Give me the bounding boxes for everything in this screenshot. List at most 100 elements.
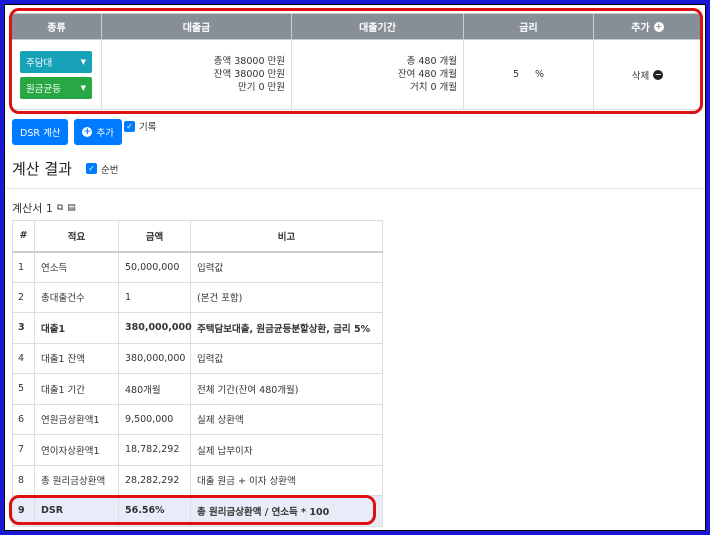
cell-amount: 480개월 (118, 373, 191, 405)
col-header-num: # (12, 220, 35, 253)
cell-item: 연이자상환액1 (34, 434, 119, 466)
order-checkbox[interactable]: ✓ 순번 (85, 162, 119, 176)
loan-form: 종류 대출금 대출기간 금리 추가 + 주담대 ▼ 원금균등 ▼ 총액 3800… (11, 13, 702, 110)
table-row: 8 총 원리금상환액 28,282,292 대출 원금 + 이자 상환액 (12, 464, 383, 496)
cell-num: 3 (12, 312, 35, 344)
header-rate: 금리 (463, 13, 594, 40)
cell-item: 연소득 (34, 251, 119, 283)
delete-button[interactable]: 삭제 − (631, 68, 664, 82)
cell-num: 4 (12, 342, 35, 374)
divider (5, 188, 705, 189)
caret-down-icon: ▼ (80, 83, 86, 92)
checkbox-checked-icon: ✓ (123, 120, 135, 132)
cell-amount: 380,000,000 (118, 342, 191, 374)
table-row: 4 대출1 잔액 380,000,000 입력값 (12, 342, 383, 374)
table-row-dsr: 9 DSR 56.56% 총 원리금상환액 / 연소득 * 100 (12, 495, 383, 527)
document-icon[interactable]: ▤ (67, 203, 76, 213)
repay-type-value: 원금균등 (26, 83, 61, 95)
table-row: 5 대출1 기간 480개월 전체 기간(잔여 480개월) (12, 373, 383, 405)
cell-amount: 380,000,000 (118, 312, 192, 344)
cell-note: 총 원리금상환액 / 연소득 * 100 (190, 495, 383, 527)
term-total-field[interactable]: 총 480 개월 (292, 55, 457, 68)
delete-cell: 삭제 − (593, 39, 702, 110)
header-type: 종류 (11, 13, 102, 40)
record-label: 기록 (138, 122, 157, 133)
cell-note: (본건 포함) (190, 281, 383, 313)
plus-circle-icon: + (82, 127, 93, 137)
add-row-label: 추가 (631, 23, 650, 34)
rate-input[interactable]: 5 (513, 69, 519, 80)
minus-circle-icon: − (653, 69, 664, 80)
cell-note: 입력값 (190, 251, 383, 283)
result-table: # 적요 금액 비고 1 연소득 50,000,000 입력값 2 총대출건수 … (12, 220, 383, 527)
cell-note: 전체 기간(잔여 480개월) (190, 373, 383, 405)
app-frame: 종류 대출금 대출기간 금리 추가 + 주담대 ▼ 원금균등 ▼ 총액 3800… (4, 4, 706, 531)
order-label: 순번 (100, 164, 119, 176)
cell-item: 연원금상환액1 (34, 403, 119, 435)
calc-sheet-title: 계산서 1 ⧉ ▤ (12, 200, 76, 216)
copy-icon[interactable]: ⧉ (57, 203, 63, 213)
action-row: DSR 계산 + 추가 ✓ 기록 (12, 119, 156, 145)
plus-circle-icon[interactable]: + (653, 21, 664, 32)
cell-amount: 18,782,292 (118, 434, 191, 466)
amount-total-field[interactable]: 총액 38000 만원 (102, 55, 285, 68)
dsr-calc-button[interactable]: DSR 계산 (12, 119, 69, 145)
section-header: 계산 결과 ✓ 순번 (12, 158, 118, 179)
cell-num: 7 (12, 434, 35, 466)
table-row: 2 총대출건수 1 (본건 포함) (12, 281, 383, 313)
col-header-amount: 금액 (118, 220, 191, 253)
cell-item: 대출1 잔액 (34, 342, 119, 374)
cell-amount: 28,282,292 (118, 464, 191, 496)
cell-item: 총대출건수 (34, 281, 119, 313)
add-label: 추가 (96, 128, 114, 139)
term-cell: 총 480 개월 잔여 480 개월 거치 0 개월 (291, 39, 464, 110)
type-cell: 주담대 ▼ 원금균등 ▼ (11, 39, 102, 110)
term-grace-field[interactable]: 거치 0 개월 (292, 81, 457, 94)
delete-label: 삭제 (631, 70, 650, 82)
checkbox-checked-icon: ✓ (85, 163, 97, 174)
cell-num: 2 (12, 281, 35, 313)
cell-item: DSR (34, 495, 119, 527)
cell-amount: 56.56% (118, 495, 191, 527)
header-amount: 대출금 (101, 13, 292, 40)
repay-type-select[interactable]: 원금균등 ▼ (20, 76, 92, 99)
table-row: 3 대출1 380,000,000 주택담보대출, 원금균등분할상환, 금리 5… (12, 312, 383, 344)
cell-num: 5 (12, 373, 35, 405)
cell-note: 실제 납부이자 (190, 434, 383, 466)
section-title: 계산 결과 (12, 160, 72, 178)
amount-maturity-field[interactable]: 만기 0 만원 (102, 81, 285, 94)
header-term: 대출기간 (291, 13, 464, 40)
cell-num: 8 (12, 464, 35, 496)
cell-note: 입력값 (190, 342, 383, 374)
col-header-item: 적요 (34, 220, 119, 253)
cell-num: 9 (12, 495, 35, 527)
cell-num: 1 (12, 251, 35, 283)
cell-item: 총 원리금상환액 (34, 464, 119, 496)
cell-note: 대출 원금 + 이자 상환액 (190, 464, 383, 496)
cell-item: 대출1 기간 (34, 373, 119, 405)
cell-amount: 9,500,000 (118, 403, 191, 435)
caret-down-icon: ▼ (80, 57, 86, 66)
rate-unit: % (535, 69, 545, 80)
cell-note: 주택담보대출, 원금균등분할상환, 금리 5% (190, 312, 383, 344)
cell-amount: 1 (118, 281, 191, 313)
term-remaining-field[interactable]: 잔여 480 개월 (292, 68, 457, 81)
amount-cell: 총액 38000 만원 잔액 38000 만원 만기 0 만원 (101, 39, 292, 110)
add-button[interactable]: + 추가 (74, 119, 122, 145)
cell-note: 실제 상환액 (190, 403, 383, 435)
cell-num: 6 (12, 403, 35, 435)
loan-form-table: 종류 대출금 대출기간 금리 추가 + 주담대 ▼ 원금균등 ▼ 총액 3800… (11, 13, 702, 110)
calc-sheet-label: 계산서 1 (12, 202, 53, 215)
col-header-note: 비고 (190, 220, 383, 253)
cell-item: 대출1 (34, 312, 119, 344)
rate-cell: 5% (463, 39, 594, 110)
loan-type-select[interactable]: 주담대 ▼ (20, 50, 92, 73)
dsr-calc-label: DSR 계산 (20, 128, 61, 139)
table-row: 1 연소득 50,000,000 입력값 (12, 251, 383, 283)
amount-balance-field[interactable]: 잔액 38000 만원 (102, 68, 285, 81)
record-checkbox[interactable]: ✓ 기록 (123, 119, 157, 133)
cell-amount: 50,000,000 (118, 251, 191, 283)
header-add[interactable]: 추가 + (593, 13, 702, 40)
loan-type-value: 주담대 (26, 57, 53, 69)
table-row: 7 연이자상환액1 18,782,292 실제 납부이자 (12, 434, 383, 466)
